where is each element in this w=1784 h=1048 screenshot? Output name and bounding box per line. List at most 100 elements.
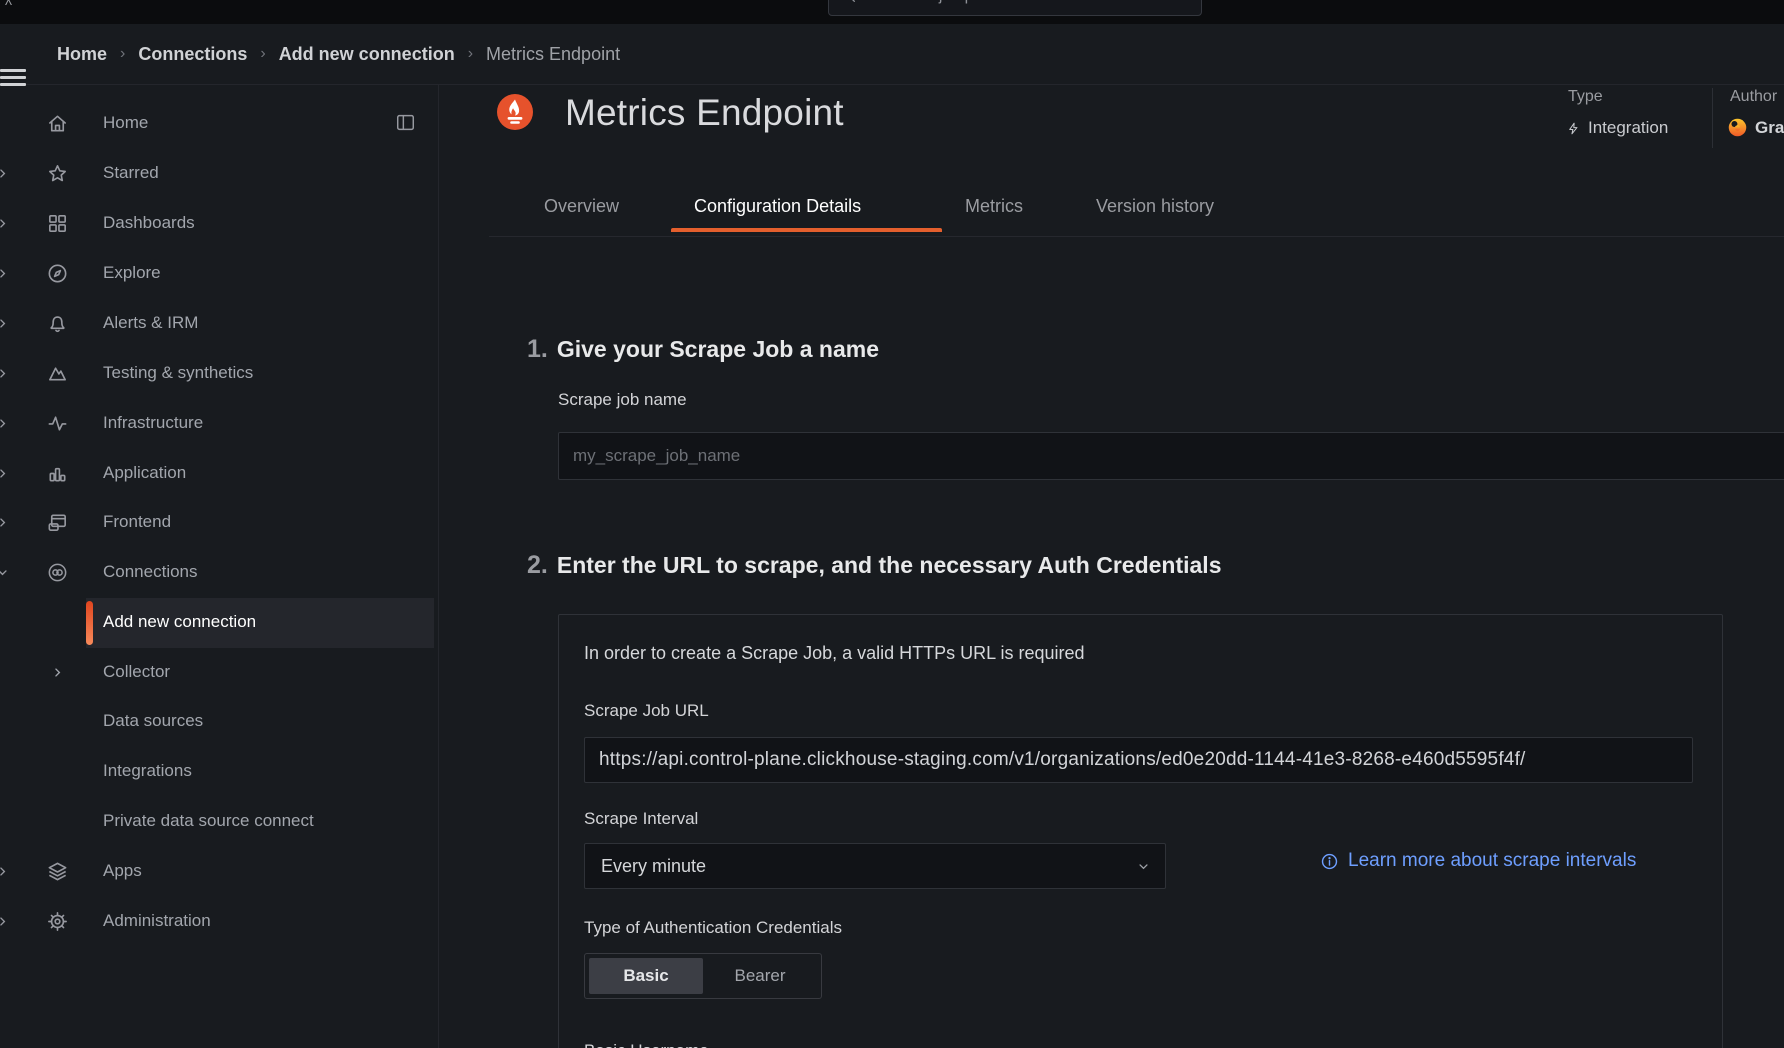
tab-configuration-details[interactable]: Configuration Details <box>694 196 861 217</box>
sidebar-item-label: Collector <box>103 662 170 682</box>
bar-chart-icon <box>46 462 69 485</box>
scrape-job-url-input[interactable] <box>584 737 1693 783</box>
caret-up-glyph: ^ <box>5 0 12 14</box>
sidebar-item-label: Infrastructure <box>103 413 203 433</box>
sidebar-item-dashboards[interactable]: Dashboards <box>0 199 438 249</box>
chevron-right-icon[interactable] <box>0 266 10 281</box>
info-icon <box>1320 852 1339 871</box>
learn-more-text: Learn more about scrape intervals <box>1348 850 1636 872</box>
breadcrumb-connections[interactable]: Connections <box>138 44 247 65</box>
chevron-right-icon[interactable] <box>0 864 10 879</box>
section-number: 1. <box>527 335 548 364</box>
sidebar-item-label: Starred <box>103 163 159 183</box>
pulse-icon <box>46 412 69 435</box>
sidebar-item-label: Frontend <box>103 512 171 532</box>
type-value-text: Integration <box>1588 118 1668 138</box>
sidebar-item-label: Alerts & IRM <box>103 313 198 333</box>
sidebar-item-data-sources[interactable]: Data sources <box>0 697 438 747</box>
breadcrumb-separator: › <box>260 45 265 63</box>
tab-version-history[interactable]: Version history <box>1096 196 1214 217</box>
sidebar-item-connections[interactable]: Connections <box>0 548 438 598</box>
sidebar-item-add-new-connection[interactable]: Add new connection <box>0 598 438 648</box>
section-number: 2. <box>527 551 548 580</box>
breadcrumb-current-page: Metrics Endpoint <box>486 44 620 65</box>
sidebar-item-infrastructure[interactable]: Infrastructure <box>0 399 438 449</box>
scrape-interval-value: Every minute <box>601 856 706 877</box>
section-1-heading: 1. Give your Scrape Job a name <box>527 335 879 364</box>
sidebar-item-apps[interactable]: Apps <box>0 847 438 897</box>
chevron-right-icon[interactable] <box>0 316 10 331</box>
tabs-divider <box>489 236 1784 237</box>
breadcrumb-add-new-connection[interactable]: Add new connection <box>279 44 455 65</box>
chevron-right-icon[interactable] <box>50 665 65 680</box>
chevron-right-icon[interactable] <box>0 466 10 481</box>
sidebar-nav: Home Starred <box>0 84 439 1048</box>
sidebar-item-alerts-irm[interactable]: Alerts & IRM <box>0 299 438 349</box>
auth-type-segmented-control: Basic Bearer <box>584 953 822 999</box>
sidebar-item-label: Application <box>103 463 186 483</box>
panel-note: In order to create a Scrape Job, a valid… <box>584 643 1085 664</box>
scrape-interval-select[interactable]: Every minute <box>584 843 1166 889</box>
chevron-right-icon[interactable] <box>0 416 10 431</box>
chevron-down-icon[interactable] <box>0 565 10 580</box>
sidebar-item-administration[interactable]: Administration <box>0 897 438 947</box>
sidebar-item-label: Add new connection <box>103 612 256 632</box>
chevron-right-icon[interactable] <box>0 366 10 381</box>
page-title: Metrics Endpoint <box>565 92 844 134</box>
sidebar-item-integrations[interactable]: Integrations <box>0 747 438 797</box>
sidebar-item-collector[interactable]: Collector <box>0 648 438 698</box>
connections-icon <box>46 561 69 584</box>
sidebar-item-private-data-source-connect[interactable]: Private data source connect <box>0 797 438 847</box>
chevron-right-icon[interactable] <box>0 914 10 929</box>
active-item-accent-bar <box>86 601 93 645</box>
sidebar-item-label: Data sources <box>103 711 203 731</box>
sidebar-item-testing-synthetics[interactable]: Testing & synthetics <box>0 349 438 399</box>
breadcrumb-separator: › <box>120 45 125 63</box>
type-value: Integration <box>1566 118 1668 138</box>
gear-icon <box>46 910 69 933</box>
star-icon <box>46 162 69 185</box>
sidebar-item-label: Explore <box>103 263 161 283</box>
chevron-right-icon[interactable] <box>0 515 10 530</box>
type-label: Type <box>1568 88 1603 106</box>
header-meta-divider <box>1712 88 1713 148</box>
sidebar-item-label: Dashboards <box>103 213 195 233</box>
sidebar-item-explore[interactable]: Explore <box>0 249 438 299</box>
tab-metrics[interactable]: Metrics <box>965 196 1023 217</box>
section-2-heading: 2. Enter the URL to scrape, and the nece… <box>527 551 1222 580</box>
scrape-job-name-input[interactable] <box>558 432 1784 480</box>
sidebar-item-label: Integrations <box>103 761 192 781</box>
breadcrumb-separator: › <box>468 45 473 63</box>
dashboards-icon <box>46 212 69 235</box>
dock-sidebar-icon[interactable] <box>395 113 416 132</box>
auth-option-bearer[interactable]: Bearer <box>703 958 817 994</box>
author-value-text: Grafana <box>1755 118 1784 138</box>
scrape-job-name-label: Scrape job name <box>558 390 687 410</box>
explore-icon <box>46 262 69 285</box>
auth-type-label: Type of Authentication Credentials <box>584 918 842 938</box>
grafana-app: ^ Search or jump to... Home › Connection… <box>0 0 1784 1048</box>
search-input[interactable]: Search or jump to... <box>828 0 1202 16</box>
active-tab-indicator <box>671 228 942 232</box>
author-value: Grafana <box>1727 117 1784 138</box>
scrape-job-url-label: Scrape Job URL <box>584 701 709 721</box>
auth-option-basic[interactable]: Basic <box>589 958 703 994</box>
sidebar-item-application[interactable]: Application <box>0 449 438 499</box>
sidebar-item-label: Private data source connect <box>103 811 314 831</box>
breadcrumb-home[interactable]: Home <box>57 44 107 65</box>
search-placeholder: Search or jump to... <box>865 0 1005 5</box>
prometheus-logo-icon <box>497 94 533 130</box>
basic-username-label: Basic Username <box>584 1041 709 1048</box>
chevron-down-icon <box>1136 859 1151 874</box>
sidebar-item-frontend[interactable]: Frontend <box>0 498 438 548</box>
layers-icon <box>46 860 69 883</box>
sidebar-item-home[interactable]: Home <box>0 99 438 149</box>
browser-icon <box>46 511 69 534</box>
sidebar-item-starred[interactable]: Starred <box>0 149 438 199</box>
chevron-right-icon[interactable] <box>0 166 10 181</box>
scrape-interval-label: Scrape Interval <box>584 809 698 829</box>
section-title: Enter the URL to scrape, and the necessa… <box>557 552 1222 579</box>
chevron-right-icon[interactable] <box>0 216 10 231</box>
tab-overview[interactable]: Overview <box>544 196 619 217</box>
learn-more-link[interactable]: Learn more about scrape intervals <box>1320 850 1636 872</box>
